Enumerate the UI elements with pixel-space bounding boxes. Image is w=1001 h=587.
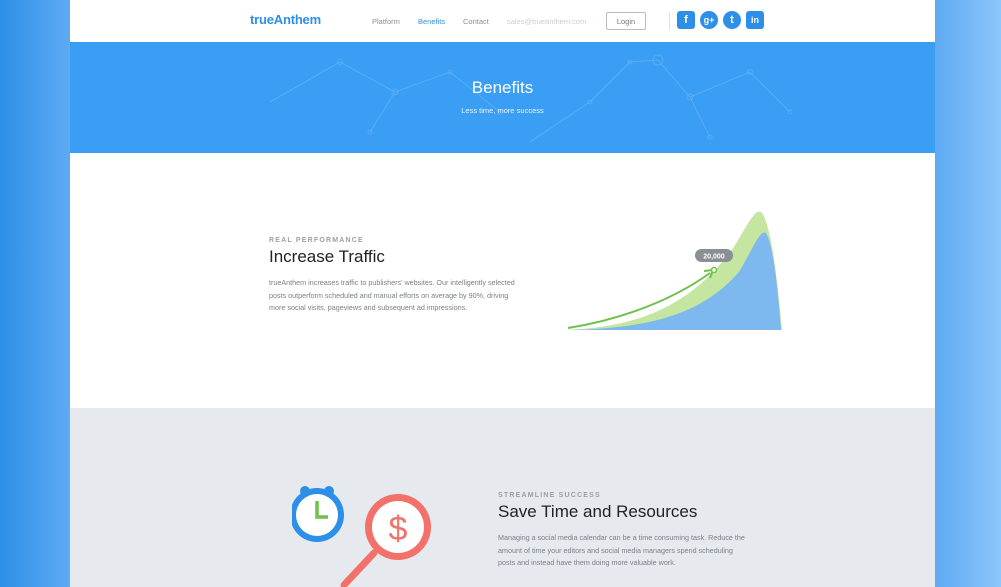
- section-eyebrow: STREAMLINE SUCCESS: [498, 492, 601, 499]
- site-header: trueAnthem Platform Benefits Contact sal…: [70, 0, 935, 42]
- traffic-chart: 20,000: [566, 211, 782, 330]
- background-right: [935, 0, 1001, 587]
- header-divider: [669, 12, 670, 30]
- section-eyebrow: REAL PERFORMANCE: [269, 237, 364, 244]
- time-money-illustration: $: [292, 486, 431, 587]
- linkedin-icon[interactable]: in: [746, 11, 764, 29]
- login-button[interactable]: Login: [606, 12, 646, 30]
- section-body: Managing a social media calendar can be …: [498, 533, 745, 567]
- page-title: Benefits: [471, 78, 534, 97]
- nav-platform[interactable]: Platform: [372, 17, 400, 26]
- nav-email[interactable]: sales@trueanthem.com: [507, 17, 586, 26]
- section-title: Increase Traffic: [269, 247, 385, 266]
- section-increase-traffic: REAL PERFORMANCE Increase Traffic trueAn…: [70, 153, 935, 408]
- section-save-time: $ STREAMLINE SUCCESS Save Time and Resou…: [70, 408, 935, 587]
- svg-text:$: $: [389, 510, 408, 548]
- section-body: trueAnthem increases traffic to publishe…: [269, 278, 515, 312]
- page-subtitle: Less time, more success: [461, 106, 544, 115]
- facebook-icon[interactable]: f: [677, 11, 695, 29]
- chart-tooltip-label: 20,000: [703, 254, 725, 261]
- google-plus-icon[interactable]: g+: [700, 11, 718, 29]
- clock-icon: [292, 486, 344, 542]
- twitter-icon[interactable]: t: [723, 11, 741, 29]
- nav-contact[interactable]: Contact: [463, 17, 489, 26]
- logo[interactable]: trueAnthem: [250, 12, 321, 27]
- section-title: Save Time and Resources: [498, 502, 698, 521]
- chart-point: [710, 266, 718, 274]
- page: trueAnthem Platform Benefits Contact sal…: [70, 0, 935, 587]
- magnifier-dollar-icon: $: [340, 494, 431, 587]
- hero-banner: Benefits Less time, more success: [70, 42, 935, 153]
- nav-benefits[interactable]: Benefits: [418, 17, 445, 26]
- background-left: [0, 0, 70, 587]
